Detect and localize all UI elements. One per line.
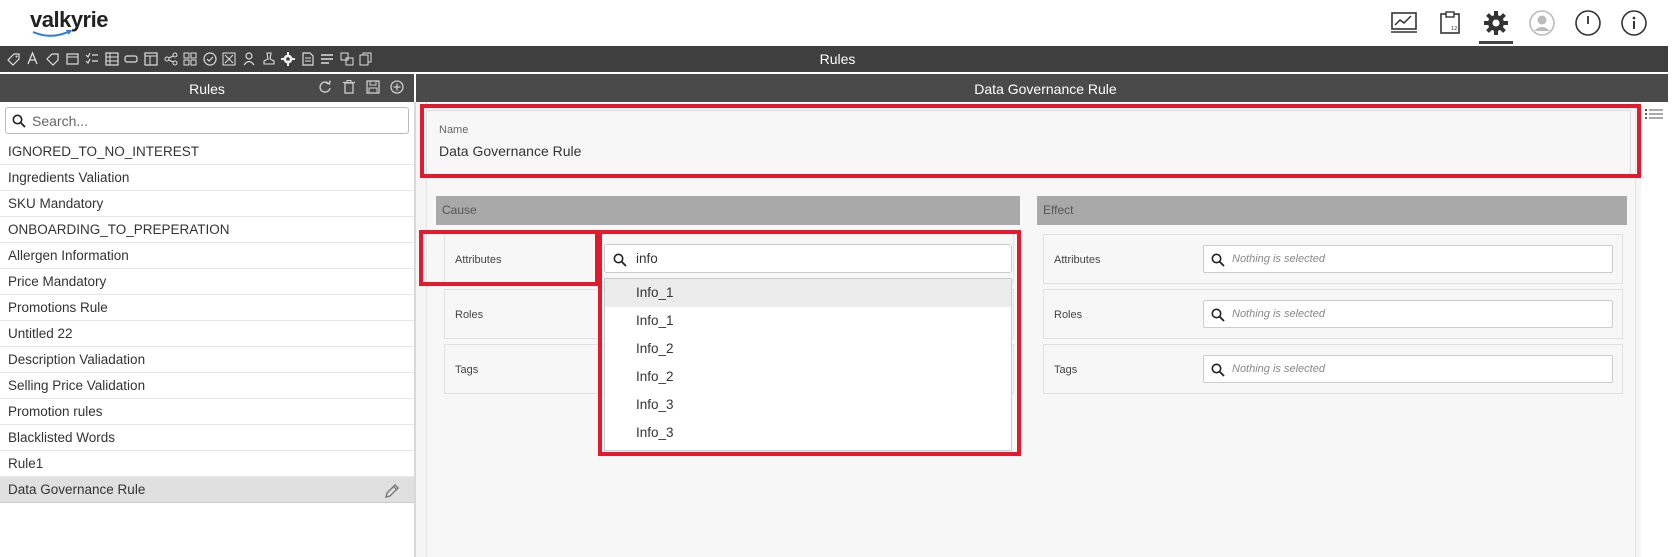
list-view-icon[interactable] <box>1645 107 1663 128</box>
logo-swoosh-icon <box>32 30 72 37</box>
effect-roles-placeholder: Nothing is selected <box>1232 308 1325 320</box>
rules-search-box[interactable] <box>5 107 409 134</box>
rules-search-input[interactable] <box>32 111 402 131</box>
rule-editor-title: Data Governance Rule <box>974 81 1117 97</box>
rule-list-item-label: Blacklisted Words <box>8 430 116 445</box>
rule-list-item[interactable]: Allergen Information <box>0 243 414 269</box>
effect-attributes-select[interactable]: Nothing is selected <box>1203 245 1613 273</box>
rule-list-item-label: Promotions Rule <box>8 300 108 315</box>
name-highlight-box <box>420 104 1641 178</box>
rule-list-item[interactable]: Promotion rules <box>0 399 414 425</box>
cause-tags-label: Tags <box>455 364 479 376</box>
power-icon[interactable] <box>1565 0 1611 46</box>
rule-list-item[interactable]: Promotions Rule <box>0 295 414 321</box>
rule-list-item-label: IGNORED_TO_NO_INTEREST <box>8 144 200 159</box>
effect-roles-label: Roles <box>1054 309 1083 321</box>
effect-attributes-label: Attributes <box>1054 254 1101 266</box>
rule-list-item-label: Ingredients Valiation <box>8 170 130 185</box>
rule-list-item-label: Promotion rules <box>8 404 103 419</box>
rule-list-item-label: Data Governance Rule <box>8 482 146 497</box>
cause-header: Cause <box>436 196 1020 225</box>
rule-list-item[interactable]: Ingredients Valiation <box>0 165 414 191</box>
search-icon <box>1211 363 1225 377</box>
rule-list-item-label: Allergen Information <box>8 248 129 263</box>
rule-list-item-label: Rule1 <box>8 456 44 471</box>
search-icon <box>12 114 26 128</box>
window-scrollbar[interactable] <box>1668 46 1675 557</box>
user-icon[interactable] <box>1519 0 1565 46</box>
rule-list-item[interactable]: IGNORED_TO_NO_INTEREST <box>0 139 414 165</box>
main-toolbar: Rules <box>0 46 1675 72</box>
dashboard-icon[interactable] <box>1381 0 1427 46</box>
package-icon[interactable]: 12 <box>1427 0 1473 46</box>
rule-list-item-label: Price Mandatory <box>8 274 107 289</box>
save-icon[interactable] <box>364 78 382 96</box>
effect-header: Effect <box>1037 196 1627 225</box>
settings-icon[interactable] <box>1473 0 1519 46</box>
cause-roles-label: Roles <box>455 309 484 321</box>
attributes-label-highlight <box>419 230 599 286</box>
rule-list-item[interactable]: Selling Price Validation <box>0 373 414 399</box>
rule-editor-header: Data Governance Rule <box>416 74 1675 102</box>
rule-list-item[interactable]: Blacklisted Words <box>0 425 414 451</box>
effect-tags-placeholder: Nothing is selected <box>1232 363 1325 375</box>
effect-tags-label: Tags <box>1054 364 1078 376</box>
rule-list-item[interactable]: Rule1 <box>0 451 414 477</box>
search-icon <box>1211 253 1225 267</box>
rule-list-item[interactable]: Data Governance Rule <box>0 477 414 503</box>
toolbar-title: Rules <box>819 51 856 67</box>
top-header: valkyrie 12 <box>0 0 1675 46</box>
rule-list-item[interactable]: SKU Mandatory <box>0 191 414 217</box>
effect-roles-select[interactable]: Nothing is selected <box>1203 300 1613 328</box>
effect-attributes-placeholder: Nothing is selected <box>1232 253 1325 265</box>
rule-list-item[interactable]: ONBOARDING_TO_PREPERATION <box>0 217 414 243</box>
refresh-icon[interactable] <box>316 78 334 96</box>
delete-icon[interactable] <box>340 78 358 96</box>
rule-list-item-label: Untitled 22 <box>8 326 73 341</box>
svg-text:12: 12 <box>1451 26 1457 32</box>
edit-icon[interactable] <box>384 482 400 507</box>
info-icon[interactable] <box>1611 0 1657 46</box>
rule-list-item[interactable]: Untitled 22 <box>0 321 414 347</box>
rules-list: IGNORED_TO_NO_INTEREST Ingredients Valiat… <box>0 139 414 503</box>
rules-panel-header: Rules <box>0 74 414 102</box>
rule-list-item[interactable]: Price Mandatory <box>0 269 414 295</box>
rule-list-item-label: Description Valiadation <box>8 352 146 367</box>
rule-list-item[interactable]: Description Valiadation <box>0 347 414 373</box>
rule-list-item-label: SKU Mandatory <box>8 196 104 211</box>
rule-list-item-label: Selling Price Validation <box>8 378 146 393</box>
effect-tags-select[interactable]: Nothing is selected <box>1203 355 1613 383</box>
rule-list-item-label: ONBOARDING_TO_PREPERATION <box>8 222 230 237</box>
add-icon[interactable] <box>388 78 406 96</box>
attributes-dropdown-highlight <box>598 230 1021 456</box>
search-icon <box>1211 308 1225 322</box>
